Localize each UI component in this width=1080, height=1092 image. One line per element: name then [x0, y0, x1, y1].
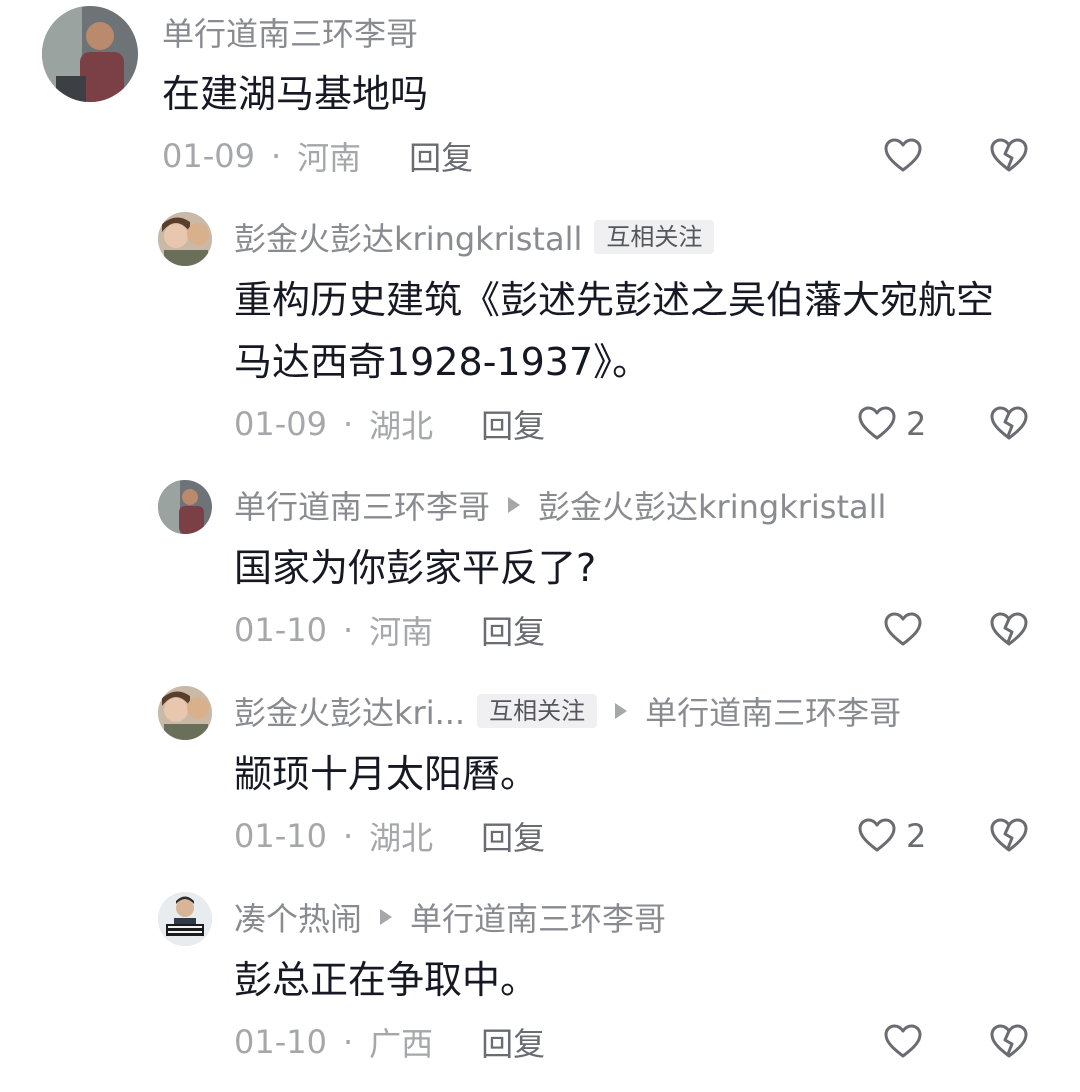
avatar[interactable]: [158, 686, 212, 740]
reply-button[interactable]: 回复: [481, 813, 545, 859]
heart-outline-icon: [884, 612, 922, 646]
triangle-right-icon: [615, 703, 628, 719]
dislike-button[interactable]: [988, 134, 1030, 178]
user-photo-icon: [42, 6, 138, 102]
comment-location: 湖北: [369, 407, 434, 445]
author-name[interactable]: 单行道南三环李哥: [162, 10, 418, 54]
separator-dot: ·: [342, 817, 354, 855]
user-photo-icon: [158, 686, 212, 740]
reply-button[interactable]: 回复: [481, 607, 545, 653]
author-name[interactable]: 凑个热闹: [234, 894, 362, 940]
avatar[interactable]: [158, 892, 212, 946]
comment-location: 广西: [369, 1025, 434, 1063]
dislike-button[interactable]: [988, 608, 1030, 652]
author-row: 彭金火彭达kri... 互相关注 单行道南三环李哥: [234, 689, 901, 733]
heart-outline-icon: [884, 1024, 922, 1058]
comment-location: 河南: [297, 139, 362, 177]
triangle-right-icon: [508, 497, 521, 513]
triangle-right-icon: [380, 909, 393, 925]
mutual-follow-badge: 互相关注: [477, 694, 598, 728]
comment-location: 河南: [369, 613, 434, 651]
comment-date: 01-10: [234, 611, 327, 649]
broken-heart-icon: [990, 612, 1028, 646]
author-name[interactable]: 彭金火彭达kringkristall: [234, 214, 582, 260]
like-count: 2: [906, 405, 927, 443]
author-row: 彭金火彭达kringkristall 互相关注: [234, 214, 715, 260]
avatar[interactable]: [158, 480, 212, 534]
reply-button[interactable]: 回复: [409, 133, 473, 179]
like-count: 2: [906, 817, 927, 855]
author-row: 单行道南三环李哥 彭金火彭达kringkristall: [234, 483, 886, 527]
separator-dot: ·: [342, 1023, 354, 1061]
comment-meta: 01-09 · 河南 回复: [162, 134, 473, 178]
broken-heart-icon: [990, 138, 1028, 172]
separator-dot: ·: [270, 137, 282, 175]
comment-date: 01-09: [162, 137, 255, 175]
avatar[interactable]: [158, 212, 212, 266]
dislike-button[interactable]: [988, 1020, 1030, 1064]
reply-button[interactable]: 回复: [481, 401, 545, 447]
author-name[interactable]: 单行道南三环李哥: [234, 482, 490, 528]
author-row: 凑个热闹 单行道南三环李哥: [234, 895, 666, 939]
broken-heart-icon: [990, 818, 1028, 852]
broken-heart-icon: [990, 406, 1028, 440]
like-button[interactable]: [882, 134, 924, 178]
comment-meta: 01-10 · 河南 回复: [234, 608, 545, 652]
author-name[interactable]: 彭金火彭达kri...: [234, 688, 465, 734]
reply-to-name[interactable]: 彭金火彭达kringkristall: [538, 482, 886, 528]
heart-outline-icon: [884, 138, 922, 172]
heart-outline-icon: [858, 406, 896, 440]
reply-button[interactable]: 回复: [481, 1019, 545, 1065]
user-photo-icon: [158, 892, 212, 946]
comment-date: 01-10: [234, 1023, 327, 1061]
user-photo-icon: [158, 212, 212, 266]
separator-dot: ·: [342, 405, 354, 443]
reply-to-name[interactable]: 单行道南三环李哥: [645, 688, 901, 734]
comment-date: 01-10: [234, 817, 327, 855]
comment-text: 彭总正在争取中。: [234, 958, 539, 1002]
reply-to-name[interactable]: 单行道南三环李哥: [410, 894, 666, 940]
mutual-follow-badge: 互相关注: [594, 220, 715, 254]
comment-date: 01-09: [234, 405, 327, 443]
comment-meta: 01-10 · 广西 回复: [234, 1020, 545, 1064]
dislike-button[interactable]: [988, 814, 1030, 858]
like-button[interactable]: 2: [856, 402, 926, 446]
separator-dot: ·: [342, 611, 354, 649]
comment-text: 颛顼十月太阳曆。: [234, 752, 539, 796]
comment-meta: 01-09 · 湖北 回复: [234, 402, 545, 446]
avatar[interactable]: [42, 6, 138, 102]
dislike-button[interactable]: [988, 402, 1030, 446]
heart-outline-icon: [858, 818, 896, 852]
comment-meta: 01-10 · 湖北 回复: [234, 814, 545, 858]
user-photo-icon: [158, 480, 212, 534]
like-button[interactable]: [882, 608, 924, 652]
comment-location: 湖北: [369, 819, 434, 857]
comment-text-line-2: 马达西奇1928-1937》。: [234, 340, 651, 384]
comment-text: 在建湖马基地吗: [162, 72, 429, 116]
comment-text: 国家为你彭家平反了?: [234, 546, 597, 590]
broken-heart-icon: [990, 1024, 1028, 1058]
like-button[interactable]: 2: [856, 814, 926, 858]
like-button[interactable]: [882, 1020, 924, 1064]
comment-text-line-1: 重构历史建筑《彭述先彭述之吴伯藩大宛航空: [234, 278, 995, 322]
